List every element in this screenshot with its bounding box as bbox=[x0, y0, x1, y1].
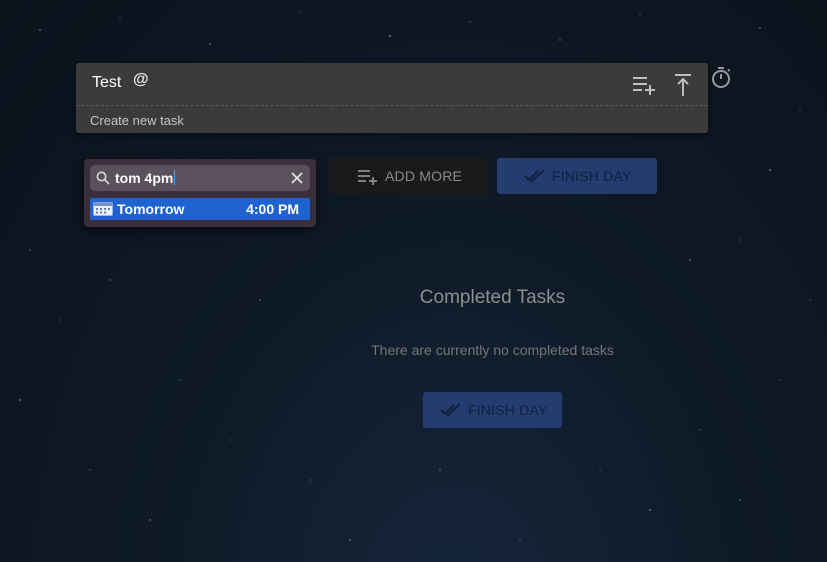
add-to-list-icon bbox=[358, 170, 377, 185]
move-to-top-icon[interactable] bbox=[674, 73, 692, 97]
autocomplete-search-field[interactable]: tom 4pm bbox=[90, 165, 310, 191]
finish-day-label: FINISH DAY bbox=[552, 168, 632, 184]
create-new-task-label[interactable]: Create new task bbox=[90, 113, 184, 128]
finish-day-button[interactable]: FINISH DAY bbox=[497, 158, 657, 194]
suggestion-label: Tomorrow bbox=[117, 201, 185, 217]
text-caret bbox=[174, 170, 176, 185]
double-check-icon bbox=[440, 403, 461, 417]
calendar-icon bbox=[93, 202, 113, 216]
add-more-label: ADD MORE bbox=[385, 168, 463, 184]
stopwatch-icon[interactable] bbox=[710, 66, 732, 90]
date-autocomplete-popup: tom 4pm Tomorrow 4:00 PM bbox=[84, 159, 316, 227]
completed-tasks-heading: Completed Tasks bbox=[419, 287, 566, 308]
finish-day-button-bottom[interactable]: FINISH DAY bbox=[423, 392, 562, 428]
double-check-icon bbox=[524, 169, 545, 183]
add-more-button[interactable]: ADD MORE bbox=[329, 158, 489, 194]
no-completed-tasks-message: There are currently no completed tasks bbox=[371, 342, 614, 358]
finish-day-bottom-label: FINISH DAY bbox=[468, 402, 548, 418]
card-divider bbox=[76, 105, 708, 106]
search-icon bbox=[96, 171, 110, 185]
autocomplete-query[interactable]: tom 4pm bbox=[115, 170, 176, 186]
suggestion-time: 4:00 PM bbox=[246, 201, 299, 217]
task-title-input[interactable]: Test bbox=[92, 74, 121, 92]
suggestion-item[interactable]: Tomorrow 4:00 PM bbox=[90, 198, 310, 220]
clear-icon[interactable] bbox=[290, 171, 304, 185]
add-to-list-icon[interactable] bbox=[632, 74, 656, 96]
new-task-card: Test @ Create new task bbox=[76, 63, 708, 133]
mention-at-icon[interactable]: @ bbox=[133, 71, 149, 89]
